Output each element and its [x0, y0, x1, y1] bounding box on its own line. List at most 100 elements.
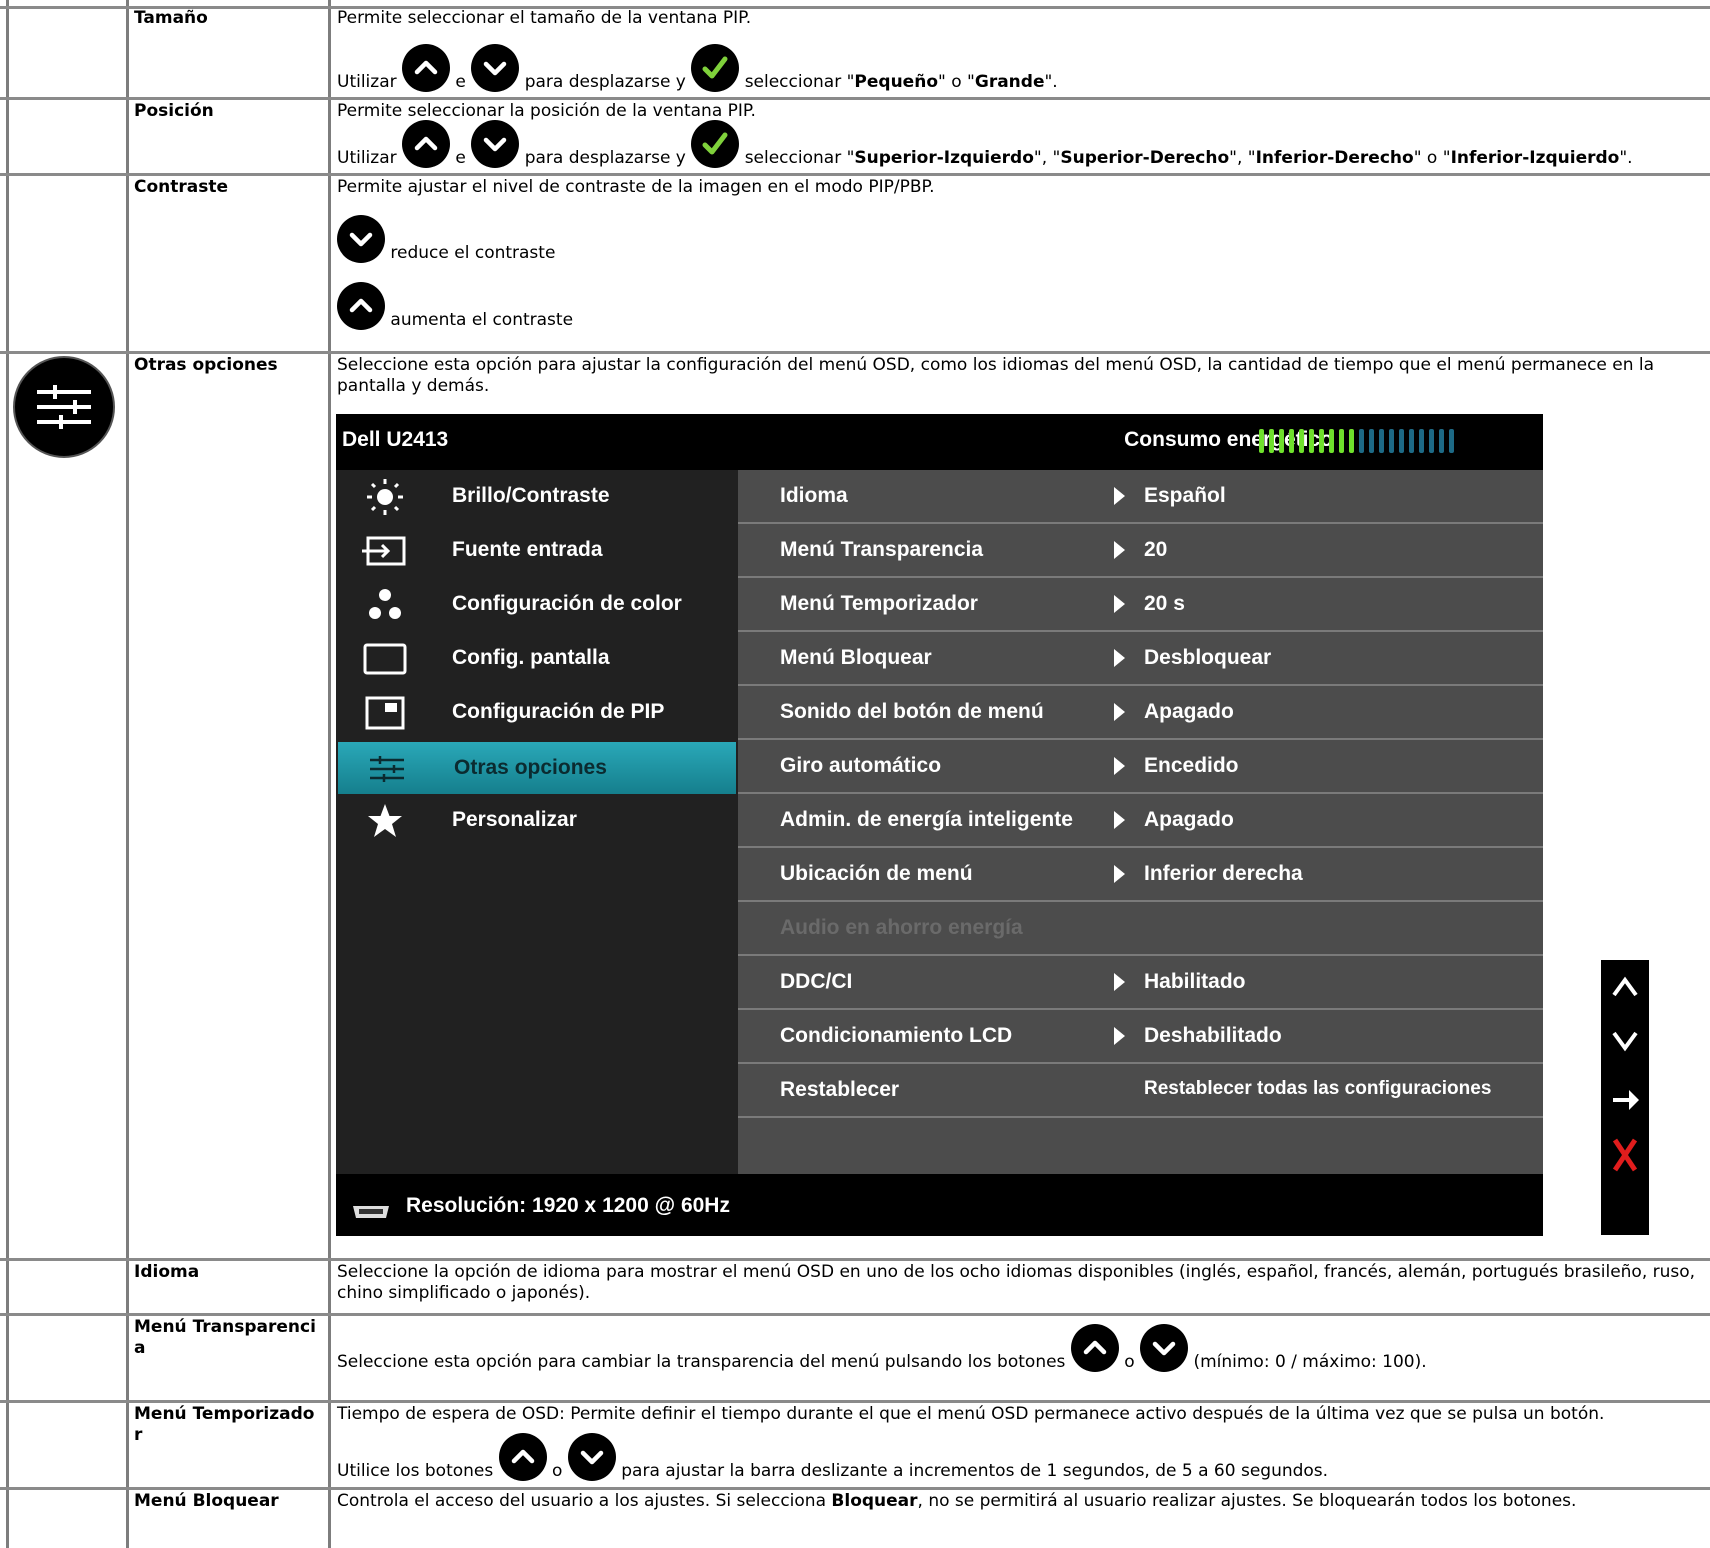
option-value: Español — [1144, 484, 1226, 507]
down-arrow-icon — [471, 44, 520, 92]
row-desc-contraste: Permite ajustar el nivel de contraste de… — [337, 177, 935, 197]
option-temporizador[interactable]: Menú Temporizador 20 s — [738, 578, 1543, 632]
row-divider — [0, 1313, 1710, 1316]
row-desc-bloquear: Controla el acceso del usuario a los aju… — [337, 1491, 1702, 1512]
row-divider — [0, 173, 1710, 176]
sliders-icon — [13, 356, 115, 458]
chevron-right-icon — [1114, 811, 1125, 829]
option-ubicacion[interactable]: Ubicación de menú Inferior derecha — [738, 848, 1543, 902]
option-key: Giro automático — [780, 754, 942, 777]
text: (mínimo: 0 / máximo: 100). — [1193, 1352, 1427, 1372]
row-desc-otras: Seleccione esta opción para ajustar la c… — [337, 355, 1655, 396]
power-bar-unlit — [1419, 429, 1424, 453]
text: ". — [1619, 148, 1633, 168]
text: aumenta el contraste — [390, 310, 574, 330]
option-audio-disabled: Audio en ahorro energía — [738, 902, 1543, 956]
option-value: Restablecer todas las configuraciones — [1144, 1078, 1492, 1099]
power-bar-unlit — [1429, 429, 1434, 453]
chevron-right-icon — [1114, 649, 1125, 667]
text: Utilizar — [337, 148, 397, 168]
power-bar-unlit — [1359, 429, 1364, 453]
power-bar-lit — [1289, 429, 1294, 453]
power-bar-lit — [1269, 429, 1274, 453]
text: " o " — [1413, 148, 1451, 168]
text: e — [455, 148, 466, 168]
chevron-right-icon — [1114, 541, 1125, 559]
option-lcd[interactable]: Condicionamiento LCD Deshabilitado — [738, 1010, 1543, 1064]
option-value: 20 — [1144, 538, 1168, 561]
menu-item-otras-selected[interactable]: Otras opciones — [338, 742, 736, 794]
power-bar-lit — [1309, 429, 1314, 453]
up-arrow-icon — [402, 44, 451, 92]
menu-label: Config. pantalla — [452, 646, 610, 669]
row-name-temporizador: Menú Temporizador — [134, 1404, 315, 1445]
menu-item-pantalla[interactable]: Config. pantalla — [336, 632, 738, 686]
option-small: Pequeño — [854, 72, 938, 92]
text: ", " — [1033, 148, 1061, 168]
menu-label: Brillo/Contraste — [452, 484, 610, 507]
chevron-right-icon — [1114, 865, 1125, 883]
row-desc-idioma: Seleccione la opción de idioma para most… — [337, 1262, 1696, 1303]
chevron-right-icon — [1114, 1027, 1125, 1045]
exit-button-icon — [1612, 1138, 1638, 1172]
menu-label: Configuración de PIP — [452, 700, 665, 723]
menu-item-fuente[interactable]: Fuente entrada — [336, 524, 738, 578]
pip-icon — [365, 696, 405, 730]
text: reduce el contraste — [390, 243, 556, 263]
menu-item-color[interactable]: Configuración de color — [336, 578, 738, 632]
osd-resolution: Resolución: 1920 x 1200 @ 60Hz — [406, 1194, 730, 1217]
down-arrow-icon — [1140, 1324, 1189, 1372]
option-ddcci[interactable]: DDC/CI Habilitado — [738, 956, 1543, 1010]
option-energia[interactable]: Admin. de energía inteligente Apagado — [738, 794, 1543, 848]
option-bloquear[interactable]: Menú Bloquear Desbloquear — [738, 632, 1543, 686]
star-icon — [368, 804, 402, 837]
option-giro[interactable]: Giro automático Encedido — [738, 740, 1543, 794]
option-large: Grande — [974, 72, 1045, 92]
power-bar-lit — [1339, 429, 1344, 453]
text: " o " — [938, 72, 975, 92]
row-name-otras: Otras opciones — [134, 355, 278, 375]
option-key: Restablecer — [780, 1078, 900, 1101]
osd-options-panel: Idioma Español Menú Transparencia 20 Menú … — [738, 470, 1543, 1174]
row-desc-temporizador: Tiempo de espera de OSD: Permite definir… — [337, 1404, 1605, 1424]
row-name-transparencia: Menú Transparencia — [134, 1317, 316, 1358]
document: Tamaño Permite seleccionar el tamaño de … — [0, 0, 1710, 1548]
osd-title: Dell U2413 — [342, 428, 449, 451]
color-dots-icon — [369, 589, 401, 619]
row-instructions-tamano: Utilizar e para desplazarse y selecciona… — [337, 44, 1058, 92]
check-icon — [691, 120, 740, 168]
bold-term: Bloquear — [831, 1491, 918, 1511]
power-bar-unlit — [1399, 429, 1404, 453]
up-arrow-icon — [1070, 1324, 1119, 1372]
row-desc-transparencia: Seleccione esta opción para cambiar la t… — [337, 1324, 1427, 1372]
menu-item-brillo[interactable]: Brillo/Contraste — [336, 470, 738, 524]
option-restablecer[interactable]: Restablecer Restablecer todas las configu… — [738, 1064, 1543, 1118]
menu-label: Otras opciones — [454, 756, 607, 779]
osd-main-menu: Brillo/Contraste Fuente entrada Configur… — [336, 470, 738, 1174]
option-bottom-left: Inferior-Izquierdo — [1450, 148, 1620, 168]
option-value: 20 s — [1144, 592, 1185, 615]
power-bar-lit — [1279, 429, 1284, 453]
option-value: Encedido — [1144, 754, 1239, 777]
option-value: Habilitado — [1144, 970, 1246, 993]
row-desc-tamano: Permite seleccionar el tamaño de la vent… — [337, 8, 752, 28]
menu-item-personalizar[interactable]: Personalizar — [336, 794, 738, 848]
sliders-icon — [370, 756, 404, 782]
chevron-right-icon — [1114, 757, 1125, 775]
row-desc-posicion: Permite seleccionar la posición de la ve… — [337, 101, 756, 121]
option-top-right: Superior-Derecho — [1060, 148, 1230, 168]
text: para ajustar la barra deslizante a incre… — [621, 1461, 1329, 1481]
text: seleccionar " — [744, 72, 855, 92]
row-divider — [0, 1487, 1710, 1490]
text: o — [552, 1461, 563, 1481]
menu-item-pip[interactable]: Configuración de PIP — [336, 686, 738, 740]
option-sonido[interactable]: Sonido del botón de menú Apagado — [738, 686, 1543, 740]
text: seleccionar " — [744, 148, 855, 168]
option-idioma[interactable]: Idioma Español — [738, 470, 1543, 524]
option-transparencia[interactable]: Menú Transparencia 20 — [738, 524, 1543, 578]
option-value: Desbloquear — [1144, 646, 1272, 669]
option-top-left: Superior-Izquierdo — [854, 148, 1034, 168]
option-key: Menú Bloquear — [780, 646, 932, 669]
power-bar-lit — [1259, 429, 1264, 453]
row-name-posicion: Posición — [134, 101, 214, 121]
